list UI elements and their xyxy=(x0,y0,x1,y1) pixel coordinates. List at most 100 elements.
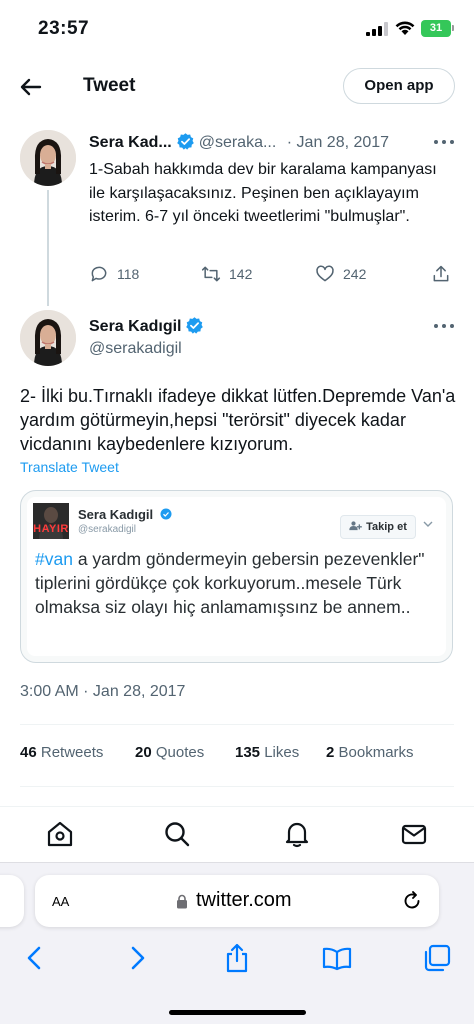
battery-indicator: 31 xyxy=(421,20,451,37)
stat-bookmarks[interactable]: 2 Bookmarks xyxy=(326,744,414,761)
tweet-date[interactable]: Jan 28, 2017 xyxy=(297,134,390,151)
add-user-icon xyxy=(349,521,362,531)
author-name[interactable]: Sera Kad... xyxy=(89,134,172,151)
wifi-icon xyxy=(395,21,415,35)
author-handle[interactable]: @seraka... xyxy=(199,134,277,151)
chevron-down-icon xyxy=(423,521,433,527)
avatar[interactable] xyxy=(20,130,76,186)
stat-count: 135 xyxy=(235,744,261,761)
separator-dot: · xyxy=(286,134,293,151)
embedded-name-text: Sera Kadıgil xyxy=(78,507,154,522)
more-options-icon[interactable] xyxy=(434,322,456,330)
avatar[interactable] xyxy=(20,310,76,366)
tweet-media-image[interactable]: HAYIR Sera Kadıgil @serakadigil Takip et… xyxy=(20,490,453,663)
stat-label: Retweets xyxy=(40,744,104,761)
bottom-tab-bar xyxy=(0,806,474,862)
author-name[interactable]: Sera Kadıgil xyxy=(89,318,181,335)
screenshot-content: HAYIR Sera Kadıgil @serakadigil Takip et… xyxy=(27,497,446,656)
embedded-tweet-text: #van a yardm göndermeyin gebersin pezeve… xyxy=(35,547,435,619)
author-handle[interactable]: @serakadigil xyxy=(89,340,182,358)
stat-count: 46 xyxy=(20,744,37,761)
text-size-button[interactable]: AA xyxy=(52,890,69,911)
translate-tweet-link[interactable]: Translate Tweet xyxy=(20,459,119,475)
retweet-count: 142 xyxy=(229,266,253,282)
divider xyxy=(20,786,454,787)
heart-icon xyxy=(316,265,334,282)
browser-tabs-button[interactable] xyxy=(422,943,452,973)
tab-notifications[interactable] xyxy=(282,819,312,849)
tab-search[interactable] xyxy=(162,819,192,849)
like-count: 242 xyxy=(343,266,367,282)
reply-button[interactable]: 118 xyxy=(89,262,139,286)
url-text: twitter.com xyxy=(196,889,292,911)
back-icon xyxy=(27,946,41,970)
tweet1-header: Sera Kad... @seraka... · Jan 28, 2017 xyxy=(89,132,389,154)
home-indicator xyxy=(169,1010,306,1015)
page-title: Tweet xyxy=(83,75,136,96)
stat-label: Likes xyxy=(264,744,300,761)
share-icon xyxy=(226,943,248,973)
tweet-text: 2- İlki bu.Tırnaklı ifadeye dikkat lütfe… xyxy=(20,386,456,454)
notifications-icon xyxy=(285,822,309,848)
retweet-button[interactable]: 142 xyxy=(201,262,252,286)
tweet-actions: 118 142 242 xyxy=(89,262,455,286)
open-app-button[interactable]: Open app xyxy=(343,68,455,104)
verified-badge-icon xyxy=(160,508,172,520)
embedded-handle: @serakadigil xyxy=(78,524,136,535)
stat-label: Bookmarks xyxy=(338,744,414,761)
tweet-timestamp[interactable]: 3:00 AM · Jan 28, 2017 xyxy=(20,683,185,701)
browser-toolbar: AA twitter.com xyxy=(0,862,474,1024)
stat-likes[interactable]: 135 Likes xyxy=(235,744,299,761)
verified-badge-icon xyxy=(176,133,194,150)
like-button[interactable]: 242 xyxy=(315,262,366,286)
reload-icon[interactable] xyxy=(401,890,423,912)
browser-bookmarks-button[interactable] xyxy=(322,943,352,973)
tweet-header: Tweet Open app xyxy=(0,62,474,112)
tabs-icon xyxy=(424,944,451,972)
bookmarks-icon xyxy=(322,947,352,971)
forward-icon xyxy=(131,946,145,970)
reply-count: 118 xyxy=(117,266,140,282)
profile-photo xyxy=(20,130,76,186)
status-bar: 23:57 31 xyxy=(0,0,474,60)
tweet2-author: Sera Kadıgil xyxy=(89,316,208,336)
tab-messages[interactable] xyxy=(399,819,429,849)
embedded-text-body: a yardm göndermeyin gebersin pezevenkler… xyxy=(35,549,425,617)
browser-share-button[interactable] xyxy=(222,943,252,973)
cellular-signal-icon xyxy=(366,22,388,36)
tab-home[interactable] xyxy=(45,819,75,849)
profile-photo xyxy=(20,310,76,366)
embedded-avatar: HAYIR xyxy=(33,503,69,539)
status-time: 23:57 xyxy=(38,18,90,39)
more-options-icon[interactable] xyxy=(434,138,456,146)
retweet-icon xyxy=(201,266,221,282)
stat-count: 20 xyxy=(135,744,152,761)
battery-tip xyxy=(452,25,454,31)
browser-back-button[interactable] xyxy=(20,943,50,973)
search-icon xyxy=(165,822,190,847)
thread-connector xyxy=(47,190,49,306)
lock-icon xyxy=(177,894,187,909)
divider xyxy=(20,724,454,725)
reply-icon xyxy=(91,266,107,282)
browser-forward-button[interactable] xyxy=(122,943,152,973)
previous-tab-preview[interactable] xyxy=(0,875,24,927)
stat-retweets[interactable]: 46 Retweets xyxy=(20,744,103,761)
tweet-text: 1-Sabah hakkımda dev bir karalama kampan… xyxy=(89,161,437,225)
stat-count: 2 xyxy=(326,744,335,761)
stat-quotes[interactable]: 20 Quotes xyxy=(135,744,204,761)
share-button[interactable] xyxy=(431,262,459,286)
home-icon xyxy=(47,821,73,847)
text-size-label: AA xyxy=(52,894,70,909)
embedded-follow-label: Takip et xyxy=(366,521,407,533)
embedded-hashtag: #van xyxy=(35,549,73,569)
tweet-stats: 46 Retweets 20 Quotes 135 Likes 2 Bookma… xyxy=(20,744,460,766)
verified-badge-icon xyxy=(186,317,204,334)
embedded-avatar-text: HAYIR xyxy=(33,523,69,535)
messages-icon xyxy=(401,824,427,845)
embedded-name: Sera Kadıgil xyxy=(78,507,172,522)
embedded-follow-button: Takip et xyxy=(340,515,416,539)
address-bar[interactable]: AA twitter.com xyxy=(35,875,439,927)
arrow-left-icon[interactable] xyxy=(18,74,44,100)
stat-label: Quotes xyxy=(155,744,205,761)
